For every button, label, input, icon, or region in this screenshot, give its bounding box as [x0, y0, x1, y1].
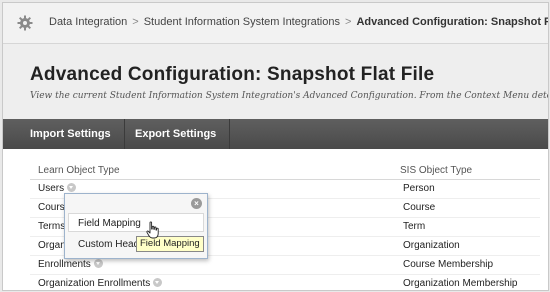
- breadcrumb-link-sis-integrations[interactable]: Student Information System Integrations: [144, 16, 340, 28]
- export-settings-button[interactable]: Export Settings: [122, 119, 231, 149]
- menu-item-field-mapping[interactable]: Field Mapping: [68, 213, 204, 232]
- column-header-sis-object-type[interactable]: SIS Object Type: [400, 165, 472, 176]
- learn-object-type-cell: Terms: [38, 221, 66, 232]
- close-icon[interactable]: ×: [191, 198, 202, 209]
- sis-object-type-cell: Course: [403, 202, 436, 213]
- app-frame: Data Integration > Student Information Sys…: [2, 2, 549, 291]
- column-header-learn-object-type[interactable]: Learn Object Type: [38, 165, 120, 176]
- breadcrumb-link-data-integration[interactable]: Data Integration: [49, 16, 127, 28]
- table-row: Organization Enrollments Organization Me…: [30, 275, 540, 290]
- sis-object-type-cell: Person: [403, 183, 435, 194]
- context-menu-header: ×: [65, 194, 207, 212]
- breadcrumb-current: Advanced Configuration: Snapshot Flat Fi…: [356, 16, 548, 28]
- menu-item-label: Custom Head: [78, 239, 140, 250]
- context-menu-icon[interactable]: [153, 277, 163, 287]
- import-settings-button[interactable]: Import Settings: [17, 119, 125, 149]
- sis-object-type-cell: Term: [403, 221, 426, 232]
- context-menu-icon[interactable]: [67, 182, 77, 192]
- learn-object-type-cell: Organ: [38, 240, 66, 251]
- sis-object-type-cell: Organization: [403, 240, 460, 251]
- menu-item-label: Field Mapping: [78, 218, 141, 229]
- page-header: Advanced Configuration: Snapshot Flat Fi…: [3, 44, 548, 119]
- page-title: Advanced Configuration: Snapshot Flat Fi…: [30, 64, 435, 85]
- learn-object-type-cell: Organization Enrollments: [38, 277, 163, 289]
- table-header: Learn Object Type SIS Object Type: [30, 163, 540, 180]
- hand-cursor-icon: [146, 221, 159, 239]
- learn-object-type-label: Enrollments: [38, 259, 91, 270]
- learn-object-type-label: Organization Enrollments: [38, 278, 151, 289]
- gear-icon[interactable]: [17, 15, 33, 31]
- sis-object-type-cell: Organization Membership: [403, 278, 518, 289]
- breadcrumb-separator: >: [345, 16, 352, 28]
- learn-object-type-cell: Enrollments: [38, 258, 103, 270]
- breadcrumb-bar: Data Integration > Student Information Sys…: [3, 3, 548, 44]
- sis-object-type-cell: Course Membership: [403, 259, 494, 270]
- breadcrumb-separator: >: [132, 16, 139, 28]
- context-menu-icon[interactable]: [93, 258, 103, 268]
- learn-object-type-cell: Cours: [38, 202, 65, 213]
- breadcrumb: Data Integration > Student Information Sys…: [49, 16, 548, 28]
- page-description: View the current Student Information Sys…: [30, 91, 549, 101]
- action-bar: Import Settings Export Settings: [3, 119, 548, 149]
- learn-object-type-label: Users: [38, 183, 65, 194]
